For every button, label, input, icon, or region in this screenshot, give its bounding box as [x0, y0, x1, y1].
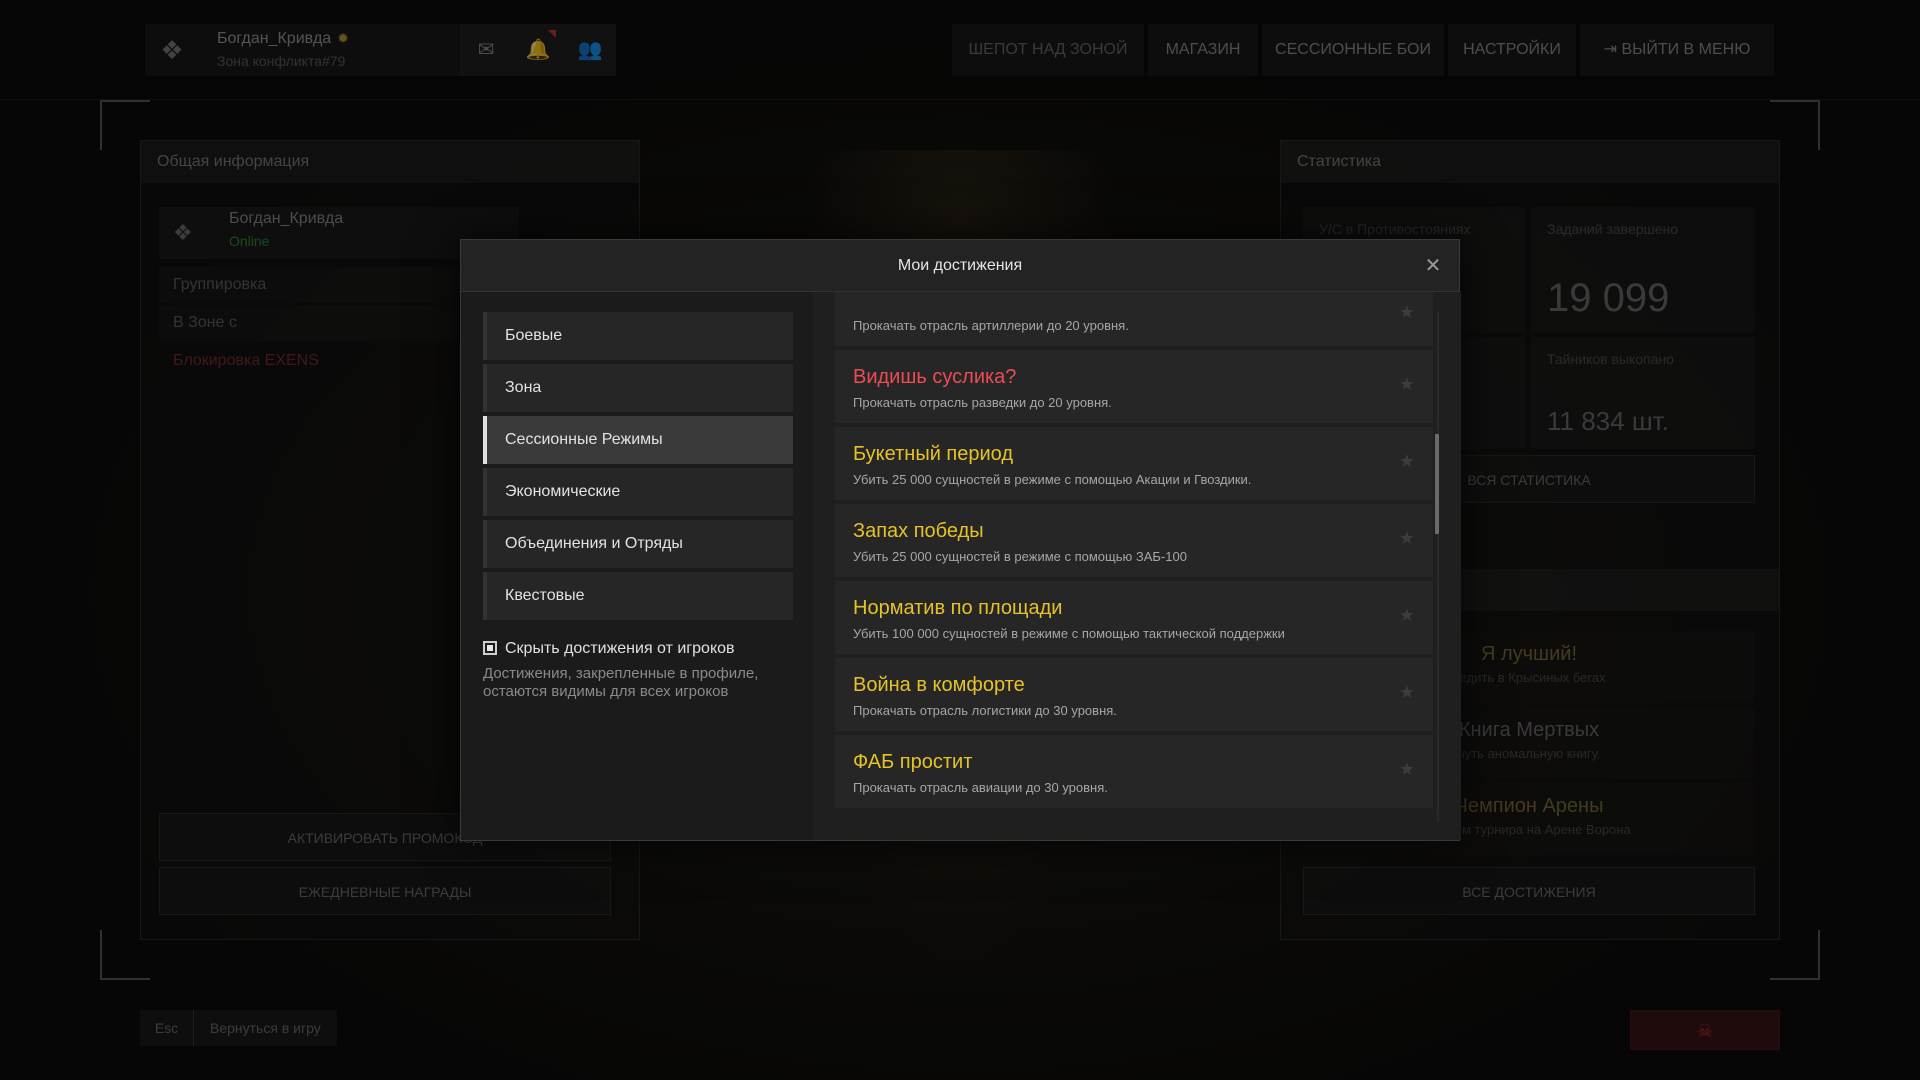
star-icon[interactable]: ★	[1399, 528, 1415, 549]
hide-achievements-toggle[interactable]: Скрыть достижения от игроков	[483, 640, 735, 658]
category-session-modes[interactable]: Сессионные Режимы	[483, 416, 793, 464]
star-icon[interactable]: ★	[1399, 605, 1415, 626]
achievement-list[interactable]: Прокачать отрасль артиллерии до 20 уровн…	[813, 292, 1461, 840]
scrollbar-thumb[interactable]	[1435, 434, 1439, 534]
star-icon[interactable]: ★	[1399, 374, 1415, 395]
star-icon[interactable]: ★	[1399, 451, 1415, 472]
star-icon[interactable]: ★	[1399, 682, 1415, 703]
category-zone[interactable]: Зона	[483, 364, 793, 412]
category-quests[interactable]: Квестовые	[483, 572, 793, 620]
achievement-desc: Убить 100 000 сущностей в режиме с помощ…	[853, 626, 1285, 641]
list-item: Запах победы Убить 25 000 сущностей в ре…	[835, 504, 1433, 577]
list-item: Война в комфорте Прокачать отрасль логис…	[835, 658, 1433, 731]
achievement-title: Война в комфорте	[853, 674, 1025, 696]
achievement-title: Норматив по площади	[853, 597, 1063, 619]
achievement-title: ФАБ простит	[853, 751, 973, 773]
achievement-desc: Прокачать отрасль логистики до 30 уровня…	[853, 703, 1117, 718]
category-menu: Боевые Зона Сессионные Режимы Экономичес…	[483, 312, 793, 624]
modal-header: Мои достижения ✕	[461, 240, 1459, 292]
list-item: Норматив по площади Убить 100 000 сущнос…	[835, 581, 1433, 654]
close-icon[interactable]: ✕	[1421, 240, 1445, 292]
list-item: Прокачать отрасль артиллерии до 20 уровн…	[835, 292, 1433, 346]
hide-description: Достижения, закрепленные в профиле, оста…	[483, 665, 759, 700]
star-icon[interactable]: ★	[1399, 302, 1415, 323]
modal-title: Мои достижения	[897, 257, 1023, 274]
category-economic[interactable]: Экономические	[483, 468, 793, 516]
achievement-title: Букетный период	[853, 443, 1014, 465]
achievement-desc: Прокачать отрасль артиллерии до 20 уровн…	[853, 318, 1129, 333]
list-item: Букетный период Убить 25 000 сущностей в…	[835, 427, 1433, 500]
achievement-title: Запах победы	[853, 520, 984, 542]
star-icon[interactable]: ★	[1399, 759, 1415, 780]
achievement-title: Видишь суслика?	[853, 366, 1017, 388]
achievement-desc: Прокачать отрасль авиации до 30 уровня.	[853, 780, 1108, 795]
hide-checkbox[interactable]	[483, 641, 497, 655]
achievement-desc: Прокачать отрасль разведки до 20 уровня.	[853, 395, 1112, 410]
category-unions-squads[interactable]: Объединения и Отряды	[483, 520, 793, 568]
achievement-desc: Убить 25 000 сущностей в режиме с помощь…	[853, 549, 1187, 564]
achievements-modal: Мои достижения ✕ Боевые Зона Сессионные …	[460, 239, 1461, 841]
category-combat[interactable]: Боевые	[483, 312, 793, 360]
hide-label: Скрыть достижения от игроков	[505, 640, 735, 657]
list-item: Видишь суслика? Прокачать отрасль развед…	[835, 350, 1433, 423]
scrollbar-track[interactable]	[1437, 312, 1439, 822]
list-item: ФАБ простит Прокачать отрасль авиации до…	[835, 735, 1433, 808]
achievement-desc: Убить 25 000 сущностей в режиме с помощь…	[853, 472, 1252, 487]
